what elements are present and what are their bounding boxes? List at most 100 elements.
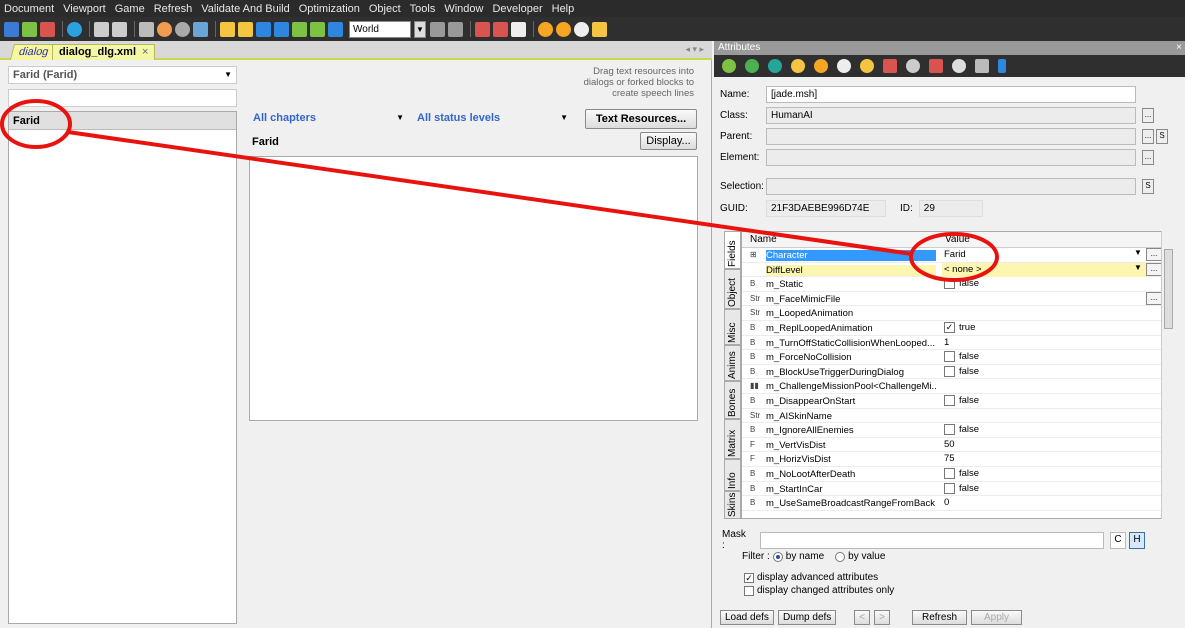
attribute-value[interactable]: 75 (942, 452, 1147, 466)
attribute-value[interactable] (942, 292, 1147, 306)
tab-fields[interactable]: Fields (724, 231, 741, 269)
attribute-value[interactable]: 0 (942, 496, 1147, 510)
attribute-value[interactable] (942, 409, 1147, 423)
text-resources-button[interactable]: Text Resources... (585, 109, 697, 129)
attribute-checkbox[interactable] (944, 365, 955, 377)
scrollbar-thumb[interactable] (1164, 249, 1173, 329)
tab-object[interactable]: Object (724, 269, 741, 309)
table-row[interactable]: ▮▮ m_ChallengeMissionPool<ChallengeMi... (742, 379, 1173, 394)
snap-icon[interactable] (310, 21, 325, 37)
transform-icon[interactable] (328, 21, 343, 37)
next-button[interactable]: > (874, 610, 890, 625)
apply-button[interactable]: Apply (971, 610, 1023, 625)
attribute-value[interactable]: false (942, 365, 1147, 379)
parent-select-button[interactable]: S (1156, 129, 1168, 144)
tab-matrix[interactable]: Matrix (724, 419, 741, 459)
window-icon[interactable] (475, 21, 490, 37)
table-row[interactable]: Fm_VertVisDist 50 (742, 438, 1173, 453)
table-row[interactable]: DiffLevel < none > ▼... (742, 262, 1173, 278)
table-row[interactable]: Bm_StartInCar false (742, 482, 1173, 497)
attribute-value[interactable]: false (942, 467, 1147, 481)
scale-icon[interactable] (292, 21, 307, 37)
mask-input[interactable] (760, 531, 1104, 549)
hand-icon[interactable] (238, 21, 253, 37)
menu-item-developer[interactable]: Developer (492, 3, 542, 15)
table-row[interactable]: Str m_LoopedAnimation (742, 306, 1173, 321)
character-search-input[interactable] (8, 89, 237, 107)
menu-item-viewport[interactable]: Viewport (63, 3, 106, 15)
attribute-checkbox[interactable] (944, 467, 955, 479)
undo-icon[interactable] (94, 21, 109, 37)
tab-skins[interactable]: Skins (724, 491, 741, 519)
attribute-checkbox[interactable] (944, 482, 955, 494)
filter-by-name-radio[interactable] (772, 551, 783, 562)
menu-item-window[interactable]: Window (444, 3, 483, 15)
attribute-grid-scrollbar[interactable] (1161, 231, 1174, 519)
menu-item-refresh[interactable]: Refresh (154, 3, 193, 15)
table-row[interactable]: Bm_ForceNoCollision false (742, 350, 1173, 365)
attribute-checkbox[interactable] (944, 394, 955, 406)
menu-item-game[interactable]: Game (115, 3, 145, 15)
attribute-value[interactable]: 50 (942, 438, 1147, 452)
sun-icon[interactable] (538, 21, 553, 37)
browse-button[interactable]: ... (1146, 291, 1162, 305)
speech-lines-area[interactable] (249, 156, 698, 421)
redo-icon[interactable] (112, 21, 127, 37)
attribute-value[interactable]: false (942, 350, 1147, 364)
table-row[interactable]: Bm_NoLootAfterDeath false (742, 467, 1173, 482)
table-row[interactable]: Bm_Static false (742, 277, 1173, 292)
table-row[interactable]: Bm_DisappearOnStart false (742, 394, 1173, 409)
attribute-value[interactable]: false (942, 482, 1147, 496)
attribute-value[interactable]: false (942, 423, 1147, 437)
menu-item-object[interactable]: Object (369, 3, 401, 15)
attribute-checkbox[interactable] (944, 424, 955, 436)
chevron-down-icon[interactable]: ▼ (414, 20, 426, 38)
tab-dialog[interactable]: dialog (9, 44, 58, 60)
attribute-value[interactable] (942, 306, 1147, 320)
attribute-value[interactable]: false (942, 394, 1147, 408)
sun-icon[interactable] (814, 59, 828, 73)
play-icon[interactable] (67, 21, 82, 37)
menu-item-help[interactable]: Help (552, 3, 575, 15)
selection-button[interactable]: S (1142, 179, 1154, 194)
parent-browse-button[interactable]: ... (1142, 129, 1154, 144)
ai-icon[interactable] (768, 59, 782, 73)
settings-icon[interactable] (556, 21, 571, 37)
hierarchy-icon[interactable] (929, 59, 943, 73)
gear-icon[interactable] (952, 59, 966, 73)
filter-icon[interactable] (139, 21, 154, 37)
image-icon[interactable] (511, 21, 526, 37)
star-icon[interactable] (592, 21, 607, 37)
character-select[interactable]: Farid (Farid) ▼ (8, 66, 237, 84)
check-icon[interactable] (22, 21, 37, 37)
attribute-value[interactable]: 1 (942, 336, 1147, 350)
name-field[interactable]: [jade.msh] (766, 86, 1136, 103)
table-row[interactable]: Bm_ReplLoopedAnimation ✓ true (742, 321, 1173, 336)
table-row[interactable]: Str m_FaceMimicFile... (742, 291, 1173, 307)
refresh-button[interactable]: Refresh (911, 610, 967, 625)
dump-defs-button[interactable]: Dump defs (777, 610, 837, 625)
image-icon[interactable] (883, 59, 897, 73)
table-row[interactable]: Bm_IgnoreAllEnemies false (742, 423, 1173, 438)
table-row[interactable]: ⊞ Character Farid ▼... (742, 248, 1173, 263)
browse-button[interactable]: ... (1146, 248, 1162, 261)
coordinate-space-select[interactable]: World (349, 20, 411, 38)
close-icon[interactable]: × (142, 46, 148, 59)
save-icon[interactable] (4, 21, 19, 37)
menu-item-optimization[interactable]: Optimization (299, 3, 360, 15)
attribute-value[interactable] (942, 379, 1147, 393)
menu-item-tools[interactable]: Tools (410, 3, 436, 15)
table-row[interactable]: Bm_TurnOffStaticCollisionWhenLooped... 1 (742, 336, 1173, 351)
list-item[interactable]: Farid (9, 112, 236, 130)
star-icon[interactable] (860, 59, 874, 73)
sphere-icon[interactable] (175, 21, 190, 37)
attribute-value[interactable]: < none > (942, 262, 1147, 277)
filter-by-value-radio[interactable] (835, 551, 846, 562)
status-filter[interactable]: All status levels ▼ (414, 111, 572, 128)
clock-icon[interactable] (574, 21, 589, 37)
chapters-filter[interactable]: All chapters ▼ (250, 111, 408, 128)
unlink-icon[interactable] (448, 21, 463, 37)
tab-dialog-dlg-xml[interactable]: dialog_dlg.xml × (52, 44, 156, 60)
tab-anims[interactable]: Anims (724, 345, 741, 381)
advanced-attributes-checkbox[interactable]: ✓ (744, 572, 754, 583)
